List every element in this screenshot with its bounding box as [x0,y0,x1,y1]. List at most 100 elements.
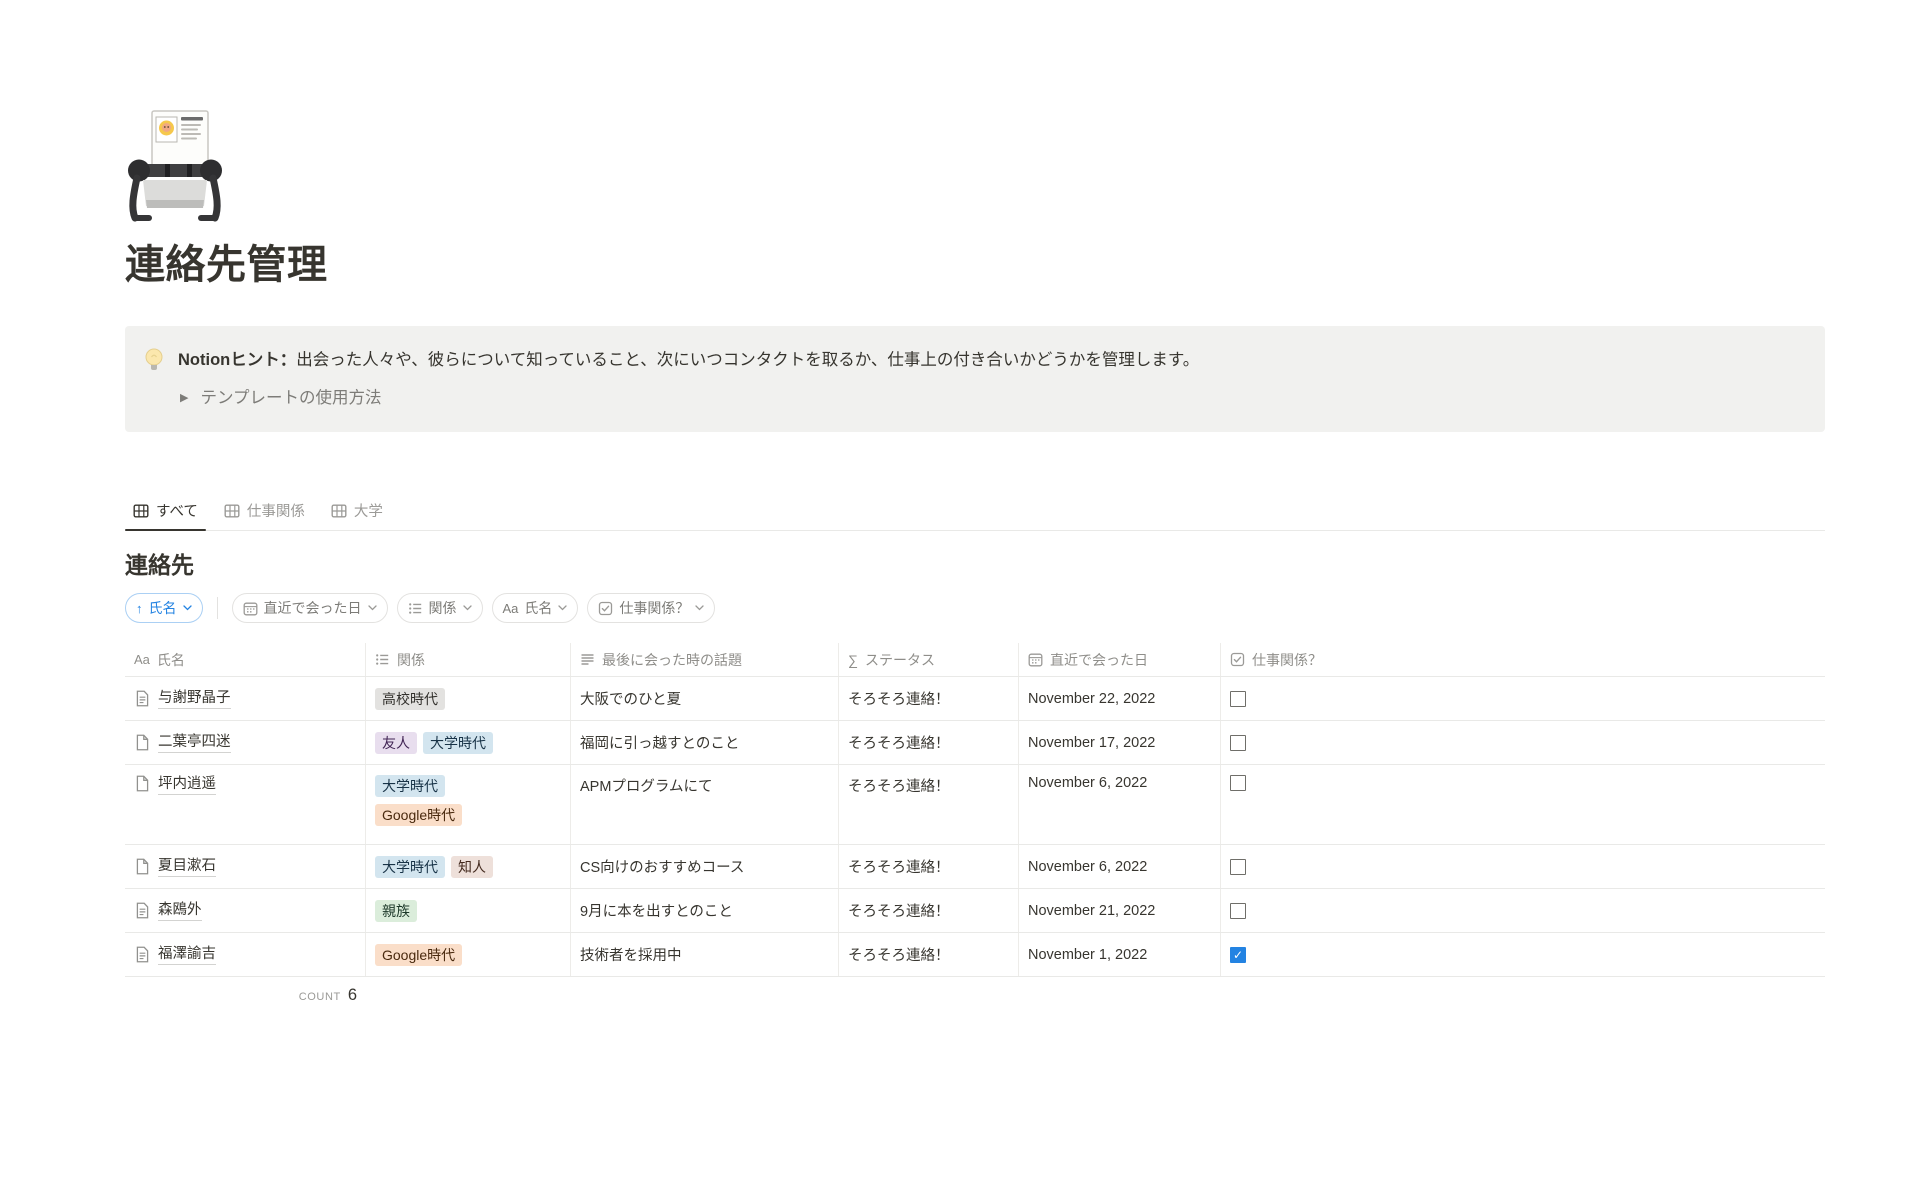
last-met-date-cell[interactable]: November 17, 2022 [1019,721,1221,764]
relation-tag[interactable]: 大学時代 [423,732,493,754]
relation-cell[interactable]: 高校時代 [366,677,571,720]
topic-cell[interactable]: 技術者を採用中 [571,933,839,976]
relation-tag[interactable]: 大学時代 [375,856,445,878]
filter-chip-label[interactable]: 直近で会った日 [264,598,362,618]
last-met-date-cell[interactable]: November 1, 2022 [1019,933,1221,976]
contact-name-link[interactable]: 与謝野晶子 [158,689,231,709]
sort-chip-name[interactable]: ↑ 氏名 [125,593,203,623]
tab-work[interactable]: 仕事関係 [216,491,313,530]
filter-chip-last-met-date[interactable]: 直近で会った日 [232,593,388,623]
tab-label[interactable]: 大学 [354,500,383,521]
callout-body-text: 出会った人々や、彼らについて知っていること、次にいつコンタクトを取るか、仕事上の… [296,351,1199,369]
status-cell[interactable]: そろそろ連絡！ [839,765,1019,844]
status-cell[interactable]: そろそろ連絡！ [839,933,1019,976]
checkbox-unchecked[interactable] [1230,735,1246,751]
status-cell[interactable]: そろそろ連絡！ [839,889,1019,932]
last-met-date-cell[interactable]: November 21, 2022 [1019,889,1221,932]
view-tabbar: すべて 仕事関係 大学 [125,491,1825,531]
sort-ascending-icon[interactable]: ↑ [136,601,143,616]
filter-chip-label[interactable]: 氏名 [524,598,552,618]
filter-chip-name[interactable]: Aa 氏名 [492,593,579,623]
column-header-relation[interactable]: 関係 [366,643,571,676]
relation-cell[interactable]: Google時代 [366,933,571,976]
column-header-label[interactable]: 最後に会った時の話題 [602,650,742,670]
column-header-label[interactable]: 氏名 [157,650,185,670]
contact-name-link[interactable]: 二葉亭四迷 [158,733,231,753]
text-type-icon: Aa [134,652,150,667]
relation-tag[interactable]: 知人 [451,856,493,878]
column-header-work-related[interactable]: 仕事関係？ [1221,643,1825,676]
status-cell[interactable]: そろそろ連絡！ [839,677,1019,720]
text-type-icon[interactable]: Aa [503,601,519,616]
name-cell[interactable]: 森鴎外 [125,889,366,932]
tab-label[interactable]: 仕事関係 [247,500,305,521]
name-cell[interactable]: 夏目漱石 [125,845,366,888]
checkbox-checked[interactable]: ✓ [1230,947,1246,963]
relation-cell[interactable]: 親族 [366,889,571,932]
topic-cell[interactable]: 9月に本を出すとのこと [571,889,839,932]
filter-chip-work-related[interactable]: 仕事関係？ [587,593,715,623]
chevron-down-icon [368,605,377,611]
column-header-label[interactable]: 直近で会った日 [1050,650,1148,670]
tab-university[interactable]: 大学 [323,491,391,530]
contact-name-link[interactable]: 夏目漱石 [158,857,216,877]
table-view-icon [133,503,149,519]
relation-tag[interactable]: Google時代 [375,804,462,826]
filter-chip-label[interactable]: 仕事関係？ [619,598,689,618]
contact-name-link[interactable]: 森鴎外 [158,901,202,921]
last-met-date-cell[interactable]: November 22, 2022 [1019,677,1221,720]
checkbox-unchecked[interactable] [1230,903,1246,919]
filter-chip-label[interactable]: 関係 [429,598,457,618]
relation-tag[interactable]: 高校時代 [375,688,445,710]
status-cell[interactable]: そろそろ連絡！ [839,721,1019,764]
contact-name-link[interactable]: 福澤諭吉 [158,945,216,965]
checkbox-unchecked[interactable] [1230,859,1246,875]
column-header-label[interactable]: 関係 [397,650,425,670]
template-usage-toggle[interactable]: ▶ テンプレートの使用方法 [180,385,1807,411]
page-title: 連絡先管理 [125,240,1825,290]
toggle-label[interactable]: テンプレートの使用方法 [200,385,381,411]
relation-tag[interactable]: 友人 [375,732,417,754]
tag-list: 友人大学時代 [375,732,493,754]
topic-cell[interactable]: CS向けのおすすめコース [571,845,839,888]
contact-name-link[interactable]: 坪内逍遥 [158,775,216,795]
relation-tag[interactable]: 親族 [375,900,417,922]
last-met-date-cell[interactable]: November 6, 2022 [1019,765,1221,844]
relation-cell[interactable]: 友人大学時代 [366,721,571,764]
name-cell[interactable]: 福澤諭吉 [125,933,366,976]
tab-label[interactable]: すべて [156,500,198,521]
database-toolbar: ↑ 氏名 直近で会った日 関係 Aa 氏名 仕事関係？ [125,593,1825,623]
page-icon [134,858,151,875]
name-cell[interactable]: 与謝野晶子 [125,677,366,720]
callout-text: Notionヒント：出会った人々や、彼らについて知っていること、次にいつコンタク… [178,347,1199,373]
topic-cell[interactable]: 大阪でのひと夏 [571,677,839,720]
tab-all[interactable]: すべて [125,491,206,530]
column-header-label[interactable]: 仕事関係？ [1252,650,1322,670]
sort-chip-label[interactable]: 氏名 [149,598,177,618]
relation-cell[interactable]: 大学時代 Google時代 [366,765,571,844]
status-cell[interactable]: そろそろ連絡！ [839,845,1019,888]
filter-chip-relation[interactable]: 関係 [397,593,483,623]
document-icon [134,946,151,963]
column-header-status[interactable]: ∑ ステータス [839,643,1019,676]
topic-cell[interactable]: 福岡に引っ越すとのこと [571,721,839,764]
column-header-label[interactable]: ステータス [865,650,935,670]
relation-cell[interactable]: 大学時代知人 [366,845,571,888]
checkbox-unchecked[interactable] [1230,775,1246,791]
column-header-last-met-date[interactable]: 直近で会った日 [1019,643,1221,676]
column-header-topic[interactable]: 最後に会った時の話題 [571,643,839,676]
relation-tag[interactable]: Google時代 [375,944,462,966]
name-cell[interactable]: 坪内逍遥 [125,765,366,844]
topic-cell[interactable]: APMプログラムにて [571,765,839,844]
checkbox-unchecked[interactable] [1230,691,1246,707]
name-cell[interactable]: 二葉亭四迷 [125,721,366,764]
page-icon [134,775,151,792]
page-emoji-card-index-icon[interactable] [125,108,225,226]
toggle-triangle-icon[interactable]: ▶ [180,393,188,404]
column-header-name[interactable]: Aa 氏名 [125,643,366,676]
sigma-formula-icon: ∑ [848,652,858,668]
last-met-date-cell[interactable]: November 6, 2022 [1019,845,1221,888]
count-row[interactable]: COUNT 6 [125,986,366,1005]
relation-tag[interactable]: 大学時代 [375,775,445,797]
tag-list: 親族 [375,900,417,922]
